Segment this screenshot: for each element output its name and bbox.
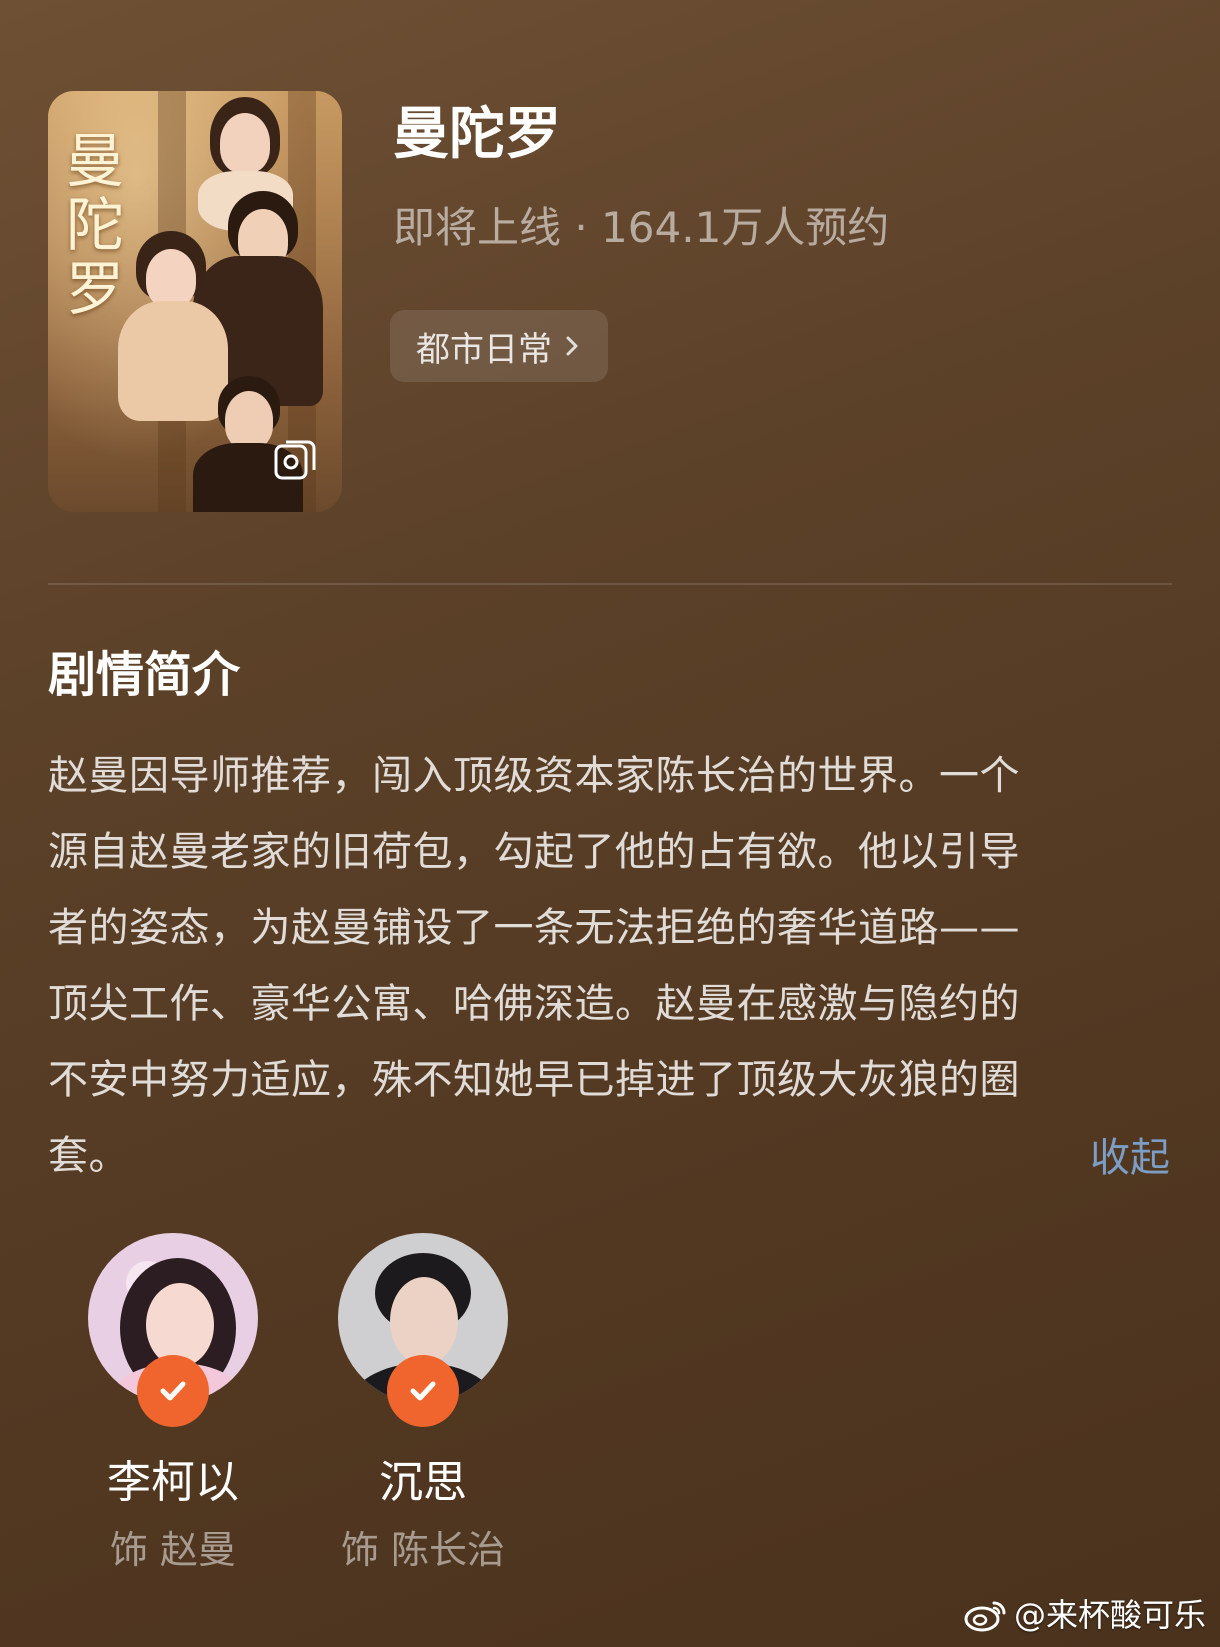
actor-role: 饰 赵曼 <box>109 1528 237 1572</box>
weibo-icon <box>964 1601 1006 1632</box>
collapse-link[interactable]: 收起 <box>1090 1133 1170 1183</box>
cast-item[interactable]: 李柯以 饰 赵曼 <box>53 1233 293 1575</box>
synopsis-line: 套。 <box>48 1133 129 1179</box>
synopsis-line: 赵曼因导师推荐，闯入顶级资本家陈长治的世界。一个 <box>48 753 1020 799</box>
poster-figure-face <box>146 249 196 307</box>
poster-figure-face <box>225 391 273 449</box>
poster-title-art: 曼 陀 罗 <box>66 129 128 321</box>
actor-name: 沉思 <box>379 1457 467 1508</box>
avatar-wrap <box>338 1233 508 1427</box>
check-icon <box>410 1381 436 1401</box>
chevron-right-icon <box>566 336 578 356</box>
actor-role: 饰 陈长治 <box>340 1528 506 1572</box>
genre-label: 都市日常 <box>416 329 552 370</box>
verified-badge <box>387 1355 459 1427</box>
watermark: @来杯酸可乐 <box>964 1595 1206 1635</box>
actor-name: 李柯以 <box>107 1457 239 1508</box>
divider <box>48 583 1172 585</box>
poster-title-char: 罗 <box>66 255 125 323</box>
avatar-wrap <box>88 1233 258 1427</box>
poster-title-char: 曼 <box>66 127 125 195</box>
poster-title-char: 陀 <box>66 191 125 259</box>
synopsis-line: 不安中努力适应，殊不知她早已掉进了顶级大灰狼的圈 <box>48 1057 1020 1103</box>
drama-title: 曼陀罗 <box>393 102 561 167</box>
cast-item[interactable]: 沉思 饰 陈长治 <box>303 1233 543 1575</box>
synopsis-text: 赵曼因导师推荐，闯入顶级资本家陈长治的世界。一个 源自赵曼老家的旧荷包，勾起了他… <box>48 738 1173 1194</box>
synopsis-line: 者的姿态，为赵曼铺设了一条无法拒绝的奢华道路—— <box>48 905 1020 951</box>
verified-badge <box>137 1355 209 1427</box>
poster-figure-gown <box>118 301 228 421</box>
poster-figure-face <box>220 113 270 173</box>
gallery-icon[interactable] <box>272 436 320 484</box>
release-status: 即将上线 · 164.1万人预约 <box>393 203 890 252</box>
synopsis-line: 源自赵曼老家的旧荷包，勾起了他的占有欲。他以引导 <box>48 829 1020 875</box>
synopsis-heading: 剧情简介 <box>48 647 241 703</box>
synopsis-line: 顶尖工作、豪华公寓、哈佛深造。赵曼在感激与隐约的 <box>48 981 1020 1027</box>
drama-poster[interactable]: 曼 陀 罗 <box>48 91 342 512</box>
watermark-text: @来杯酸可乐 <box>1013 1596 1206 1634</box>
check-icon <box>160 1381 186 1401</box>
genre-tag-button[interactable]: 都市日常 <box>390 310 608 382</box>
